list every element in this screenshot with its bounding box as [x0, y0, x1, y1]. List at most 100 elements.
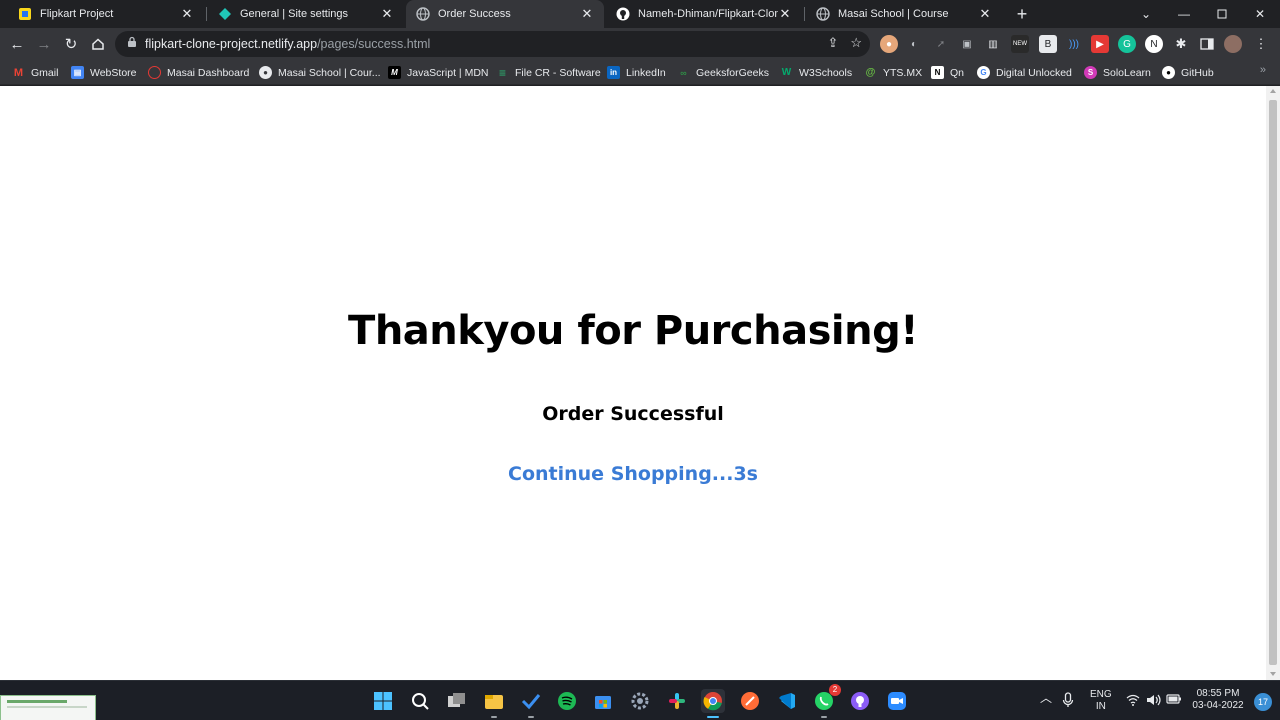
close-icon[interactable]: ✕	[978, 6, 992, 22]
reload-icon[interactable]: ↻	[59, 32, 83, 56]
tab-github-repo[interactable]: Nameh-Dhiman/Flipkart-Clone-P ✕	[606, 0, 802, 28]
bookmark-item[interactable]: M JavaScript | MDN	[388, 64, 489, 81]
postman-icon[interactable]	[738, 689, 762, 713]
extension-bulb-icon[interactable]: ◐	[905, 35, 923, 53]
bookmark-item[interactable]: ● Masai School | Cour...	[259, 64, 381, 81]
github-desktop-icon[interactable]	[848, 689, 872, 713]
tab-order-success[interactable]: Order Success ✕	[406, 0, 604, 28]
region-code: IN	[1095, 701, 1106, 712]
flipkart-icon	[18, 7, 32, 21]
minimize-button[interactable]: —	[1165, 0, 1203, 28]
tab-masai-course[interactable]: Masai School | Course ✕	[806, 0, 1002, 28]
microphone-icon[interactable]	[1062, 692, 1074, 712]
tab-flipkart-project[interactable]: Flipkart Project ✕	[8, 0, 204, 28]
whatsapp-icon[interactable]: 2	[812, 684, 841, 718]
tray-chevron-up-icon[interactable]: ︿	[1040, 692, 1052, 704]
todo-check-icon[interactable]	[519, 689, 543, 718]
scroll-up-arrow-icon[interactable]	[1270, 89, 1276, 93]
page-viewport: Thankyou for Purchasing! Order Successfu…	[0, 86, 1280, 680]
puzzle-icon[interactable]: ✱	[1172, 35, 1190, 53]
kebab-menu-icon[interactable]: ⋮	[1252, 35, 1270, 53]
clock[interactable]: 08:55 PM 03-04-2022	[1190, 688, 1246, 712]
extension-reader-icon[interactable]: ▥	[984, 35, 1002, 53]
whatsapp-badge: 2	[829, 684, 841, 696]
wifi-icon[interactable]	[1126, 694, 1140, 710]
address-bar[interactable]: flipkart-clone-project.netlify.app/pages…	[115, 31, 870, 57]
side-panel-icon[interactable]	[1198, 35, 1216, 53]
bookmark-item[interactable]: N Qn	[931, 64, 964, 81]
profile-avatar[interactable]	[1224, 35, 1242, 53]
search-icon[interactable]	[408, 689, 432, 713]
tab-search-chevron-icon[interactable]: ⌄	[1127, 0, 1165, 28]
order-status-text: Order Successful	[542, 403, 724, 425]
close-icon[interactable]: ✕	[180, 6, 194, 22]
battery-icon[interactable]	[1166, 693, 1182, 709]
bookmark-item[interactable]: M Gmail	[12, 64, 59, 81]
extension-b-icon[interactable]: B	[1039, 35, 1057, 53]
gfg-icon: ∞	[680, 67, 687, 78]
vscode-icon[interactable]	[775, 689, 799, 713]
bookmark-item[interactable]: ▤ WebStore	[71, 64, 137, 81]
browser-toolbar: ← → ↻ flipkart-clone-project.netlify.app…	[0, 28, 1280, 60]
github-icon: ●	[1162, 66, 1175, 79]
github-icon	[616, 7, 630, 21]
lock-icon[interactable]	[127, 35, 137, 53]
slack-icon[interactable]	[665, 689, 689, 713]
close-window-button[interactable]: ✕	[1241, 0, 1279, 28]
filecr-icon: ≡	[498, 65, 506, 80]
microsoft-store-icon[interactable]	[591, 689, 615, 713]
settings-gear-icon[interactable]	[628, 689, 652, 713]
close-icon[interactable]: ✕	[380, 6, 394, 22]
notion-extension-icon[interactable]: N	[1145, 35, 1163, 53]
extension-wave-icon[interactable]: )))	[1065, 35, 1083, 53]
zoom-icon[interactable]	[885, 689, 909, 713]
continue-shopping-link[interactable]: Continue Shopping...3s	[0, 463, 1266, 485]
bookmarks-bar: M Gmail ▤ WebStore Masai Dashboard ● Masai …	[0, 60, 1280, 85]
extension-face-icon[interactable]: ●	[880, 35, 898, 53]
extension-rocket-icon[interactable]: ➚	[932, 35, 950, 53]
home-icon[interactable]	[86, 32, 110, 56]
bookmark-item[interactable]: ● GitHub	[1162, 64, 1214, 81]
extension-new-icon[interactable]: NEW	[1011, 35, 1029, 53]
maximize-button[interactable]	[1203, 0, 1241, 28]
webstore-icon: ▤	[71, 66, 84, 79]
extension-camera-icon[interactable]: ▣	[958, 35, 976, 53]
windows-start-icon[interactable]	[371, 689, 395, 713]
bookmark-item[interactable]: ≡ File CR - Software	[496, 64, 601, 81]
file-explorer-icon[interactable]	[482, 689, 506, 718]
close-icon[interactable]: ✕	[580, 6, 594, 22]
new-tab-button[interactable]: +	[1012, 4, 1032, 24]
bookmark-star-icon[interactable]: ☆	[850, 35, 862, 51]
share-icon[interactable]: ⇪	[827, 35, 838, 51]
forward-arrow-icon[interactable]: →	[32, 32, 56, 56]
bookmarks-overflow-icon[interactable]: »	[1260, 64, 1266, 76]
extension-play-icon[interactable]: ▶	[1091, 35, 1109, 53]
tab-site-settings[interactable]: General | Site settings ✕	[208, 0, 404, 28]
vertical-scrollbar[interactable]	[1266, 86, 1280, 680]
masai-icon	[148, 66, 161, 79]
url-text: flipkart-clone-project.netlify.app/pages…	[145, 37, 430, 51]
bookmark-item[interactable]: G Digital Unlocked	[977, 64, 1072, 81]
volume-icon[interactable]	[1146, 693, 1162, 711]
language-indicator[interactable]: ENG IN	[1090, 689, 1112, 713]
scrollbar-thumb[interactable]	[1269, 100, 1277, 665]
back-arrow-icon[interactable]: ←	[5, 32, 29, 56]
window-thumbnail-preview[interactable]	[0, 695, 96, 720]
bookmark-item[interactable]: S SoloLearn	[1084, 64, 1151, 81]
bookmark-item[interactable]: W W3Schools	[780, 64, 852, 81]
bookmark-label: SoloLearn	[1103, 66, 1151, 79]
task-view-icon[interactable]	[445, 689, 469, 713]
scroll-down-arrow-icon[interactable]	[1270, 672, 1276, 676]
bookmark-item[interactable]: ∞ GeeksforGeeks	[677, 64, 769, 81]
close-icon[interactable]: ✕	[778, 6, 792, 22]
spotify-icon[interactable]	[555, 689, 579, 713]
bookmark-item[interactable]: Masai Dashboard	[148, 64, 249, 81]
bookmark-item[interactable]: @ YTS.MX	[864, 64, 922, 81]
globe-icon	[416, 7, 430, 21]
yts-icon: @	[865, 67, 876, 78]
notification-count-badge[interactable]: 17	[1254, 693, 1272, 711]
bookmark-item[interactable]: in LinkedIn	[607, 64, 666, 81]
grammarly-icon[interactable]: G	[1118, 35, 1136, 53]
chrome-icon[interactable]	[701, 689, 725, 718]
tab-title: Nameh-Dhiman/Flipkart-Clone-P	[638, 8, 778, 20]
